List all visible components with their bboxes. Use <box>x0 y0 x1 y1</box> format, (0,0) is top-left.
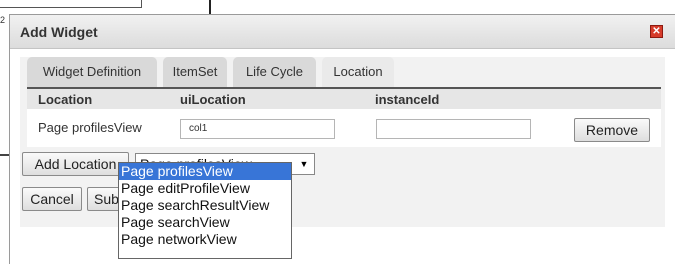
dropdown-option[interactable]: Page networkView <box>119 231 291 248</box>
location-name: Page profilesView <box>38 120 142 135</box>
add-location-button[interactable]: Add Location <box>22 152 129 176</box>
tab-widget-definition[interactable]: Widget Definition <box>27 57 157 87</box>
background-text: 2 <box>0 15 6 25</box>
dropdown-option[interactable]: Page searchResultView <box>119 197 291 214</box>
dialog-title: Add Widget <box>20 24 98 40</box>
table-header: Location uiLocation instanceId <box>27 87 661 109</box>
table-row: Page profilesView col1 Remove <box>27 109 661 147</box>
tab-itemset[interactable]: ItemSet <box>163 57 227 87</box>
column-header-instanceid: instanceId <box>375 92 440 107</box>
dialog-titlebar: Add Widget ✕ <box>10 15 675 49</box>
tab-location[interactable]: Location <box>322 57 394 87</box>
dropdown-option[interactable]: Page profilesView <box>119 163 291 180</box>
dialog-panel: Widget Definition ItemSet Life Cycle Loc… <box>20 57 665 227</box>
background-input <box>0 0 142 8</box>
column-header-uilocation: uiLocation <box>180 92 246 107</box>
dropdown-option[interactable]: Page editProfileView <box>119 180 291 197</box>
instanceid-input[interactable] <box>376 119 531 139</box>
location-dropdown-list: Page profilesView Page editProfileView P… <box>118 162 292 259</box>
chevron-down-icon[interactable]: ▼ <box>296 156 312 172</box>
cancel-button[interactable]: Cancel <box>22 187 82 211</box>
uilocation-input[interactable]: col1 <box>180 119 335 139</box>
background-divider <box>209 0 211 14</box>
add-widget-dialog: Add Widget ✕ Widget Definition ItemSet L… <box>9 14 675 264</box>
close-icon[interactable]: ✕ <box>650 25 663 38</box>
tab-life-cycle[interactable]: Life Cycle <box>233 57 316 87</box>
dropdown-option[interactable]: Page searchView <box>119 214 291 231</box>
column-header-location: Location <box>38 92 93 107</box>
remove-button[interactable]: Remove <box>574 118 650 142</box>
